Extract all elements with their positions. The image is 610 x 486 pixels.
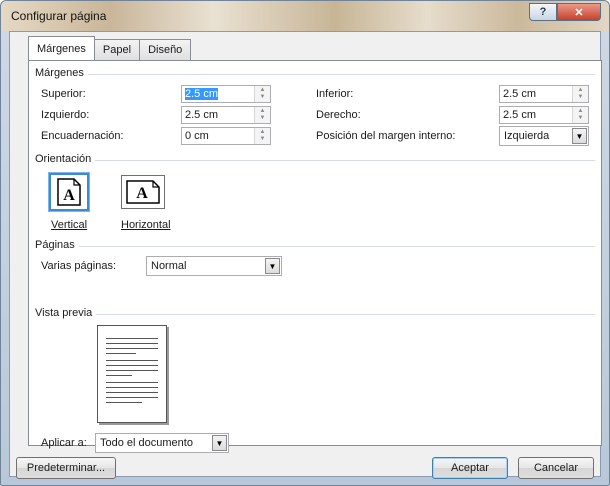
margins-section-label: Márgenes <box>35 67 88 79</box>
orientation-section-label: Orientación <box>35 153 96 165</box>
tab-panel-margenes: Márgenes Superior: 2.5 cm ▲ ▼ Izquierdo: … <box>28 60 602 453</box>
section-divider <box>35 74 595 75</box>
preview-section-label: Vista previa <box>35 307 97 319</box>
encuadernacion-spinner[interactable]: 0 cm ▲ ▼ <box>181 127 271 145</box>
tab-diseno[interactable]: Diseño <box>139 39 192 60</box>
cancelar-button[interactable]: Cancelar <box>518 457 594 479</box>
close-icon: ✕ <box>574 6 584 19</box>
section-divider <box>35 160 595 161</box>
posicion-margen-label: Posición del margen interno: <box>316 130 456 142</box>
window-controls: ? ✕ <box>529 3 601 21</box>
aplicar-select[interactable]: Todo el documento ▼ <box>95 433 229 453</box>
tab-strip: Márgenes Papel Diseño <box>28 36 192 60</box>
aplicar-value: Todo el documento <box>100 437 193 449</box>
spinner-arrows-icon[interactable]: ▲ ▼ <box>572 107 588 123</box>
tab-papel[interactable]: Papel <box>93 39 141 60</box>
chevron-down-icon[interactable]: ▼ <box>212 435 227 451</box>
varias-paginas-label: Varias páginas: <box>41 260 117 272</box>
tab-margenes[interactable]: Márgenes <box>28 36 95 60</box>
vertical-label: Vertical <box>51 219 88 231</box>
predeterminar-button[interactable]: Predeterminar... <box>16 457 116 479</box>
orientation-section-header: Orientación <box>35 153 595 167</box>
horizontal-orientation-button[interactable]: A <box>121 175 165 209</box>
encuadernacion-value: 0 cm <box>185 130 209 142</box>
svg-text:A: A <box>63 187 75 204</box>
spinner-arrows-icon[interactable]: ▲ ▼ <box>254 107 270 123</box>
section-divider <box>35 246 595 247</box>
pages-section-label: Páginas <box>35 239 79 251</box>
title-bar[interactable]: Configurar página ? ✕ <box>1 1 609 31</box>
superior-value: 2.5 cm <box>185 88 219 100</box>
window-title: Configurar página <box>11 9 107 23</box>
landscape-page-icon: A <box>126 180 160 204</box>
chevron-down-icon[interactable]: ▼ <box>265 258 280 274</box>
chevron-down-icon[interactable]: ▼ <box>572 128 587 144</box>
derecho-label: Derecho: <box>316 109 361 121</box>
izquierdo-value: 2.5 cm <box>185 109 219 121</box>
izquierdo-label: Izquierdo: <box>41 109 90 121</box>
encuadernacion-label: Encuadernación: <box>41 130 124 142</box>
portrait-page-icon: A <box>57 178 81 206</box>
spinner-arrows-icon[interactable]: ▲ ▼ <box>254 86 270 102</box>
horizontal-label: Horizontal <box>121 219 171 231</box>
derecho-value: 2.5 cm <box>503 109 537 121</box>
superior-label: Superior: <box>41 88 86 100</box>
preview-section-header: Vista previa <box>35 307 595 321</box>
margins-section-header: Márgenes <box>35 67 595 81</box>
vertical-orientation-button[interactable]: A <box>48 172 90 212</box>
close-button[interactable]: ✕ <box>557 3 601 21</box>
spinner-arrows-icon[interactable]: ▲ ▼ <box>254 128 270 144</box>
spinner-arrows-icon[interactable]: ▲ ▼ <box>572 86 588 102</box>
inferior-label: Inferior: <box>316 88 354 100</box>
inferior-value: 2.5 cm <box>503 88 537 100</box>
posicion-margen-select[interactable]: Izquierda ▼ <box>499 126 589 146</box>
izquierdo-spinner[interactable]: 2.5 cm ▲ ▼ <box>181 106 271 124</box>
aceptar-button[interactable]: Aceptar <box>432 457 508 479</box>
posicion-margen-value: Izquierda <box>504 130 550 142</box>
derecho-spinner[interactable]: 2.5 cm ▲ ▼ <box>499 106 589 124</box>
pages-section-header: Páginas <box>35 239 595 253</box>
page-preview <box>97 325 167 423</box>
varias-paginas-value: Normal <box>151 260 187 272</box>
varias-paginas-select[interactable]: Normal ▼ <box>146 256 282 276</box>
page-setup-dialog: Configurar página ? ✕ Márgenes Papel Dis… <box>0 0 610 486</box>
help-button[interactable]: ? <box>529 3 557 21</box>
section-divider <box>35 314 595 315</box>
inferior-spinner[interactable]: 2.5 cm ▲ ▼ <box>499 85 589 103</box>
help-icon: ? <box>539 6 547 18</box>
aplicar-label: Aplicar a: <box>41 437 87 449</box>
svg-text:A: A <box>136 185 148 202</box>
dialog-body: Márgenes Papel Diseño Márgenes Superior:… <box>9 31 602 479</box>
superior-spinner[interactable]: 2.5 cm ▲ ▼ <box>181 85 271 103</box>
